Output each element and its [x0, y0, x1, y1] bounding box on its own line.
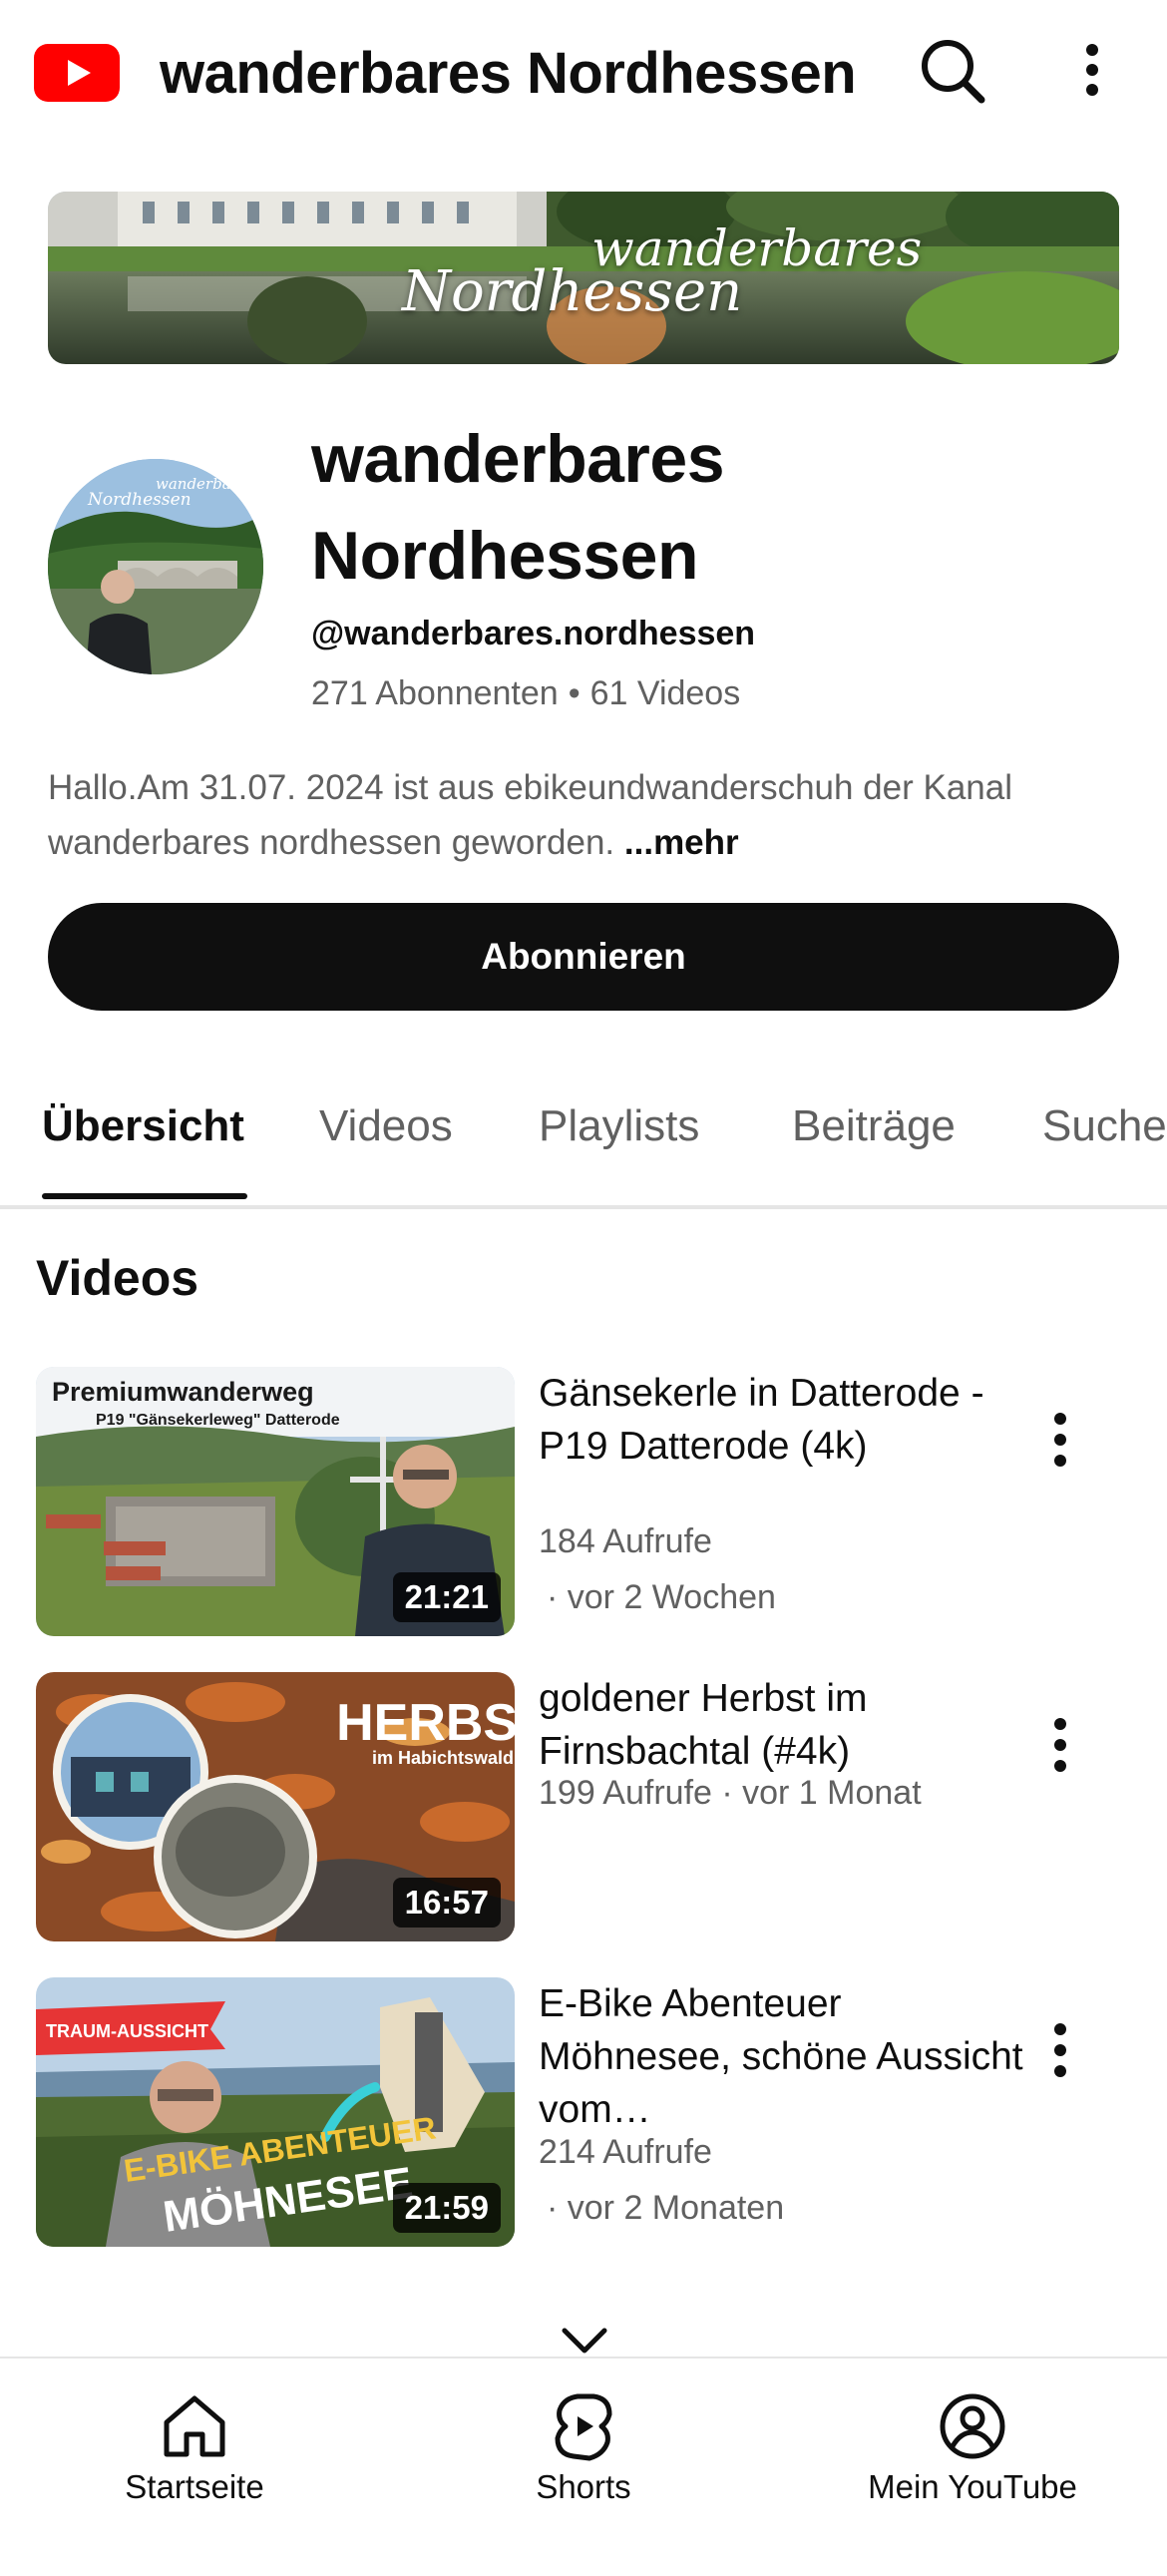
nav-label: Mein YouTube — [868, 2468, 1077, 2505]
account-icon — [940, 2393, 1005, 2459]
svg-text:im Habichtswald: im Habichtswald — [372, 1748, 514, 1768]
tab-posts[interactable]: Beiträge — [792, 1101, 956, 1151]
video-thumbnail[interactable]: HERBST im Habichtswald 16:57 — [36, 1672, 515, 1941]
tabs-divider — [0, 1205, 1167, 1209]
video-title[interactable]: goldener Herbst im Firnsbachtal (#4k) — [539, 1672, 1037, 1778]
video-item[interactable]: TRAUM-AUSSICHT E-BIKE ABENTEUER MÖHNESEE… — [0, 1977, 1167, 2249]
video-duration: 21:21 — [392, 1572, 501, 1622]
svg-text:P19 "Gänsekerleweg" Datterode: P19 "Gänsekerleweg" Datterode — [96, 1412, 340, 1429]
nav-label: Shorts — [536, 2468, 631, 2505]
channel-description[interactable]: Hallo.Am 31.07. 2024 ist aus ebikeundwan… — [48, 760, 1125, 870]
video-menu-button[interactable] — [1035, 1405, 1085, 1475]
channel-banner: wanderbares Nordhessen — [48, 192, 1119, 364]
subscribe-button[interactable]: Abonnieren — [48, 903, 1119, 1011]
svg-text:HERBST: HERBST — [336, 1694, 515, 1752]
banner-text-line2: Nordhessen — [402, 259, 743, 324]
bottom-navigation: Startseite Shorts Mein YouTube — [0, 2357, 1167, 2576]
more-options-button[interactable] — [1057, 30, 1127, 110]
more-vert-icon — [1054, 1413, 1066, 1467]
home-icon — [164, 2395, 225, 2457]
svg-text:TRAUM-AUSSICHT: TRAUM-AUSSICHT — [46, 2021, 208, 2041]
video-title[interactable]: E-Bike Abenteuer Möhnesee, schöne Aussic… — [539, 1977, 1037, 2136]
svg-text:Nordhessen: Nordhessen — [87, 490, 192, 510]
video-duration: 16:57 — [392, 1878, 501, 1928]
nav-item-shorts[interactable]: Shorts — [454, 2388, 713, 2506]
nav-item-home[interactable]: Startseite — [65, 2388, 324, 2506]
channel-stats: 271 Abonnenten • 61 Videos — [311, 674, 741, 712]
video-thumbnail[interactable]: TRAUM-AUSSICHT E-BIKE ABENTEUER MÖHNESEE… — [36, 1977, 515, 2247]
video-duration: 21:59 — [392, 2183, 501, 2233]
channel-tabs: Übersicht Videos Playlists Beiträge Such… — [0, 1058, 1167, 1207]
video-item[interactable]: HERBST im Habichtswald 16:57 goldener He… — [0, 1672, 1167, 1943]
app-bar-title: wanderbares Nordhessen — [160, 41, 857, 106]
subscriber-count: 271 Abonnenten — [311, 674, 559, 712]
banner-logo-text: wanderbares Nordhessen — [48, 192, 1119, 364]
svg-text:Premiumwanderweg: Premiumwanderweg — [52, 1377, 314, 1407]
video-views: 199 Aufrufe · vor 1 Monat — [539, 1774, 922, 1812]
channel-name: wanderbares Nordhessen — [311, 421, 725, 594]
video-menu-button[interactable] — [1035, 2015, 1085, 2085]
nav-label: Startseite — [125, 2468, 264, 2505]
shorts-icon — [555, 2393, 612, 2461]
tab-videos[interactable]: Videos — [319, 1101, 453, 1151]
tab-search[interactable]: Suche — [1042, 1101, 1167, 1151]
video-item[interactable]: Premiumwanderweg P19 "Gänsekerleweg" Dat… — [0, 1367, 1167, 1638]
video-views: 214 Aufrufe — [539, 2133, 712, 2171]
video-date: · vor 2 Monaten — [547, 2189, 785, 2227]
video-count: 61 Videos — [589, 674, 741, 712]
top-app-bar: wanderbares Nordhessen — [0, 0, 1167, 150]
more-link[interactable]: ...mehr — [624, 823, 739, 862]
video-title[interactable]: Gänsekerle in Datterode - P19 Datterode … — [539, 1367, 1037, 1473]
video-views: 184 Aufrufe — [539, 1522, 712, 1560]
youtube-logo-icon[interactable] — [34, 44, 120, 102]
description-text: Hallo.Am 31.07. 2024 ist aus ebikeundwan… — [48, 768, 1013, 862]
search-button[interactable] — [912, 30, 991, 110]
section-title: Videos — [36, 1250, 199, 1306]
video-date: · vor 2 Wochen — [547, 1578, 776, 1616]
video-menu-button[interactable] — [1035, 1710, 1085, 1780]
channel-avatar[interactable]: wanderbares Nordhessen — [48, 459, 263, 674]
nav-item-my-youtube[interactable]: Mein YouTube — [843, 2388, 1102, 2506]
more-vert-icon — [1054, 1718, 1066, 1772]
more-vert-icon — [1054, 2023, 1066, 2077]
video-thumbnail[interactable]: Premiumwanderweg P19 "Gänsekerleweg" Dat… — [36, 1367, 515, 1636]
tab-playlists[interactable]: Playlists — [539, 1101, 699, 1151]
tab-overview[interactable]: Übersicht — [42, 1101, 244, 1151]
channel-handle: @wanderbares.nordhessen — [311, 615, 756, 652]
more-vert-icon — [1086, 44, 1098, 96]
search-icon — [922, 40, 985, 104]
active-tab-indicator — [42, 1193, 247, 1199]
